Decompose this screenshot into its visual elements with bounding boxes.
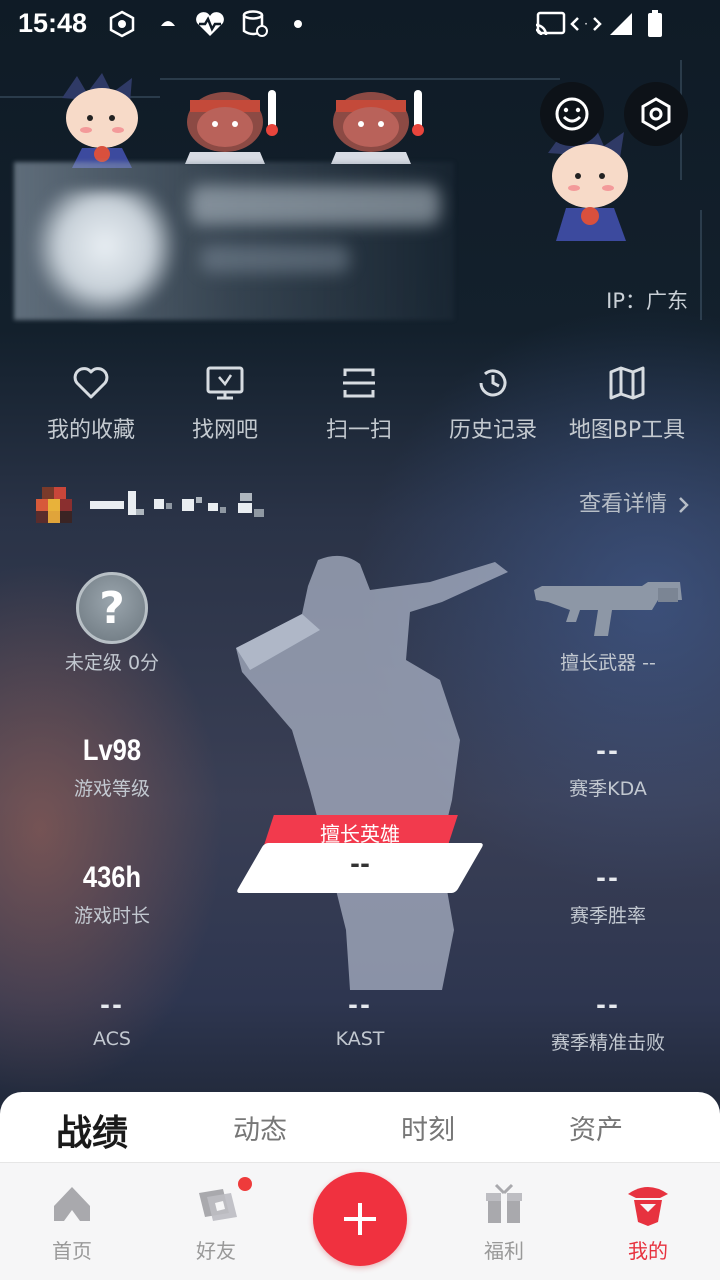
battery-icon (646, 10, 664, 38)
quick-favorites-label: 我的收藏 (46, 418, 135, 443)
tab-assets[interactable]: 资产 (512, 1108, 680, 1147)
monitor-icon (206, 366, 244, 400)
precise-kill-stat: -- 赛季精准击败 (508, 988, 708, 1055)
quick-favorites-button[interactable]: 我的收藏 (21, 360, 161, 444)
quick-map-bp-button[interactable]: 地图BP工具 (557, 360, 697, 444)
quick-actions: 我的收藏 找网吧 扫一扫 历史记录 地图BP工具 (0, 360, 720, 450)
scan-icon (343, 368, 375, 398)
gift-icon (486, 1183, 522, 1223)
view-details-label: 查看详情 (578, 492, 667, 517)
playtime-label: 游戏时长 (73, 905, 150, 927)
winrate-value: -- (596, 864, 620, 892)
tab-record[interactable]: 战绩 (8, 1104, 176, 1156)
playtime-value: 436h (82, 861, 142, 894)
app-notification-icon (108, 10, 136, 38)
level-label: 游戏等级 (73, 778, 150, 800)
quick-scan-label: 扫一扫 (325, 418, 392, 443)
friends-icon (199, 1189, 237, 1221)
weather-icon (158, 10, 178, 38)
ip-location: IP：广东 (606, 289, 688, 313)
kast-stat: -- KAST (260, 988, 460, 1050)
kda-label: 赛季KDA (569, 778, 647, 800)
kast-value: -- (348, 991, 372, 1019)
sticker-character (316, 82, 436, 168)
user-subtitle-blurred (200, 245, 350, 273)
precise-kill-value: -- (596, 991, 620, 1019)
avatar[interactable] (30, 190, 180, 315)
nav-profile[interactable]: 我的 (588, 1181, 708, 1264)
heart-icon (73, 367, 109, 399)
winrate-stat: -- 赛季胜率 (508, 861, 708, 928)
game-nickname-pixelated (90, 491, 264, 517)
quick-history-label: 历史记录 (448, 418, 537, 443)
hud-line (700, 210, 702, 320)
tab-moments[interactable]: 时刻 (344, 1108, 512, 1147)
level-value: Lv98 (82, 734, 142, 767)
username-blurred (190, 185, 440, 225)
weapon-stat[interactable]: 擅长武器 -- (508, 578, 708, 675)
home-icon (54, 1187, 90, 1221)
storage-icon (242, 10, 268, 38)
nav-friends[interactable]: 好友 (156, 1181, 276, 1264)
kda-value: -- (596, 737, 620, 765)
quick-internet-cafe-label: 找网吧 (191, 418, 258, 443)
unranked-icon: ? (76, 572, 148, 644)
svg-text:·: · (584, 17, 588, 31)
sticker-character (170, 82, 290, 168)
smg-weapon-icon (534, 582, 682, 636)
nav-home[interactable]: 首页 (12, 1181, 132, 1264)
signal-icon (608, 10, 634, 38)
friends-notification-badge (238, 1177, 252, 1191)
profile-icon (628, 1187, 668, 1226)
acs-stat: -- ACS (12, 988, 212, 1050)
precise-kill-label: 赛季精准击败 (550, 1032, 665, 1054)
nav-gifts[interactable]: 福利 (444, 1181, 564, 1264)
agent-silhouette (236, 555, 508, 990)
history-icon (479, 369, 507, 397)
data-arrows-icon: · (570, 10, 602, 38)
acs-value: -- (100, 991, 124, 1019)
nav-friends-label: 好友 (196, 1239, 236, 1263)
heartbeat-icon (194, 10, 226, 38)
hexagon-settings-icon (641, 97, 671, 131)
settings-button[interactable] (624, 82, 688, 146)
nav-gifts-label: 福利 (484, 1239, 524, 1263)
cast-icon (534, 10, 566, 38)
view-details-link[interactable]: 查看详情 (579, 486, 690, 518)
kast-label: KAST (335, 1028, 385, 1050)
level-stat: Lv98 游戏等级 (12, 734, 212, 801)
quick-map-bp-label: 地图BP工具 (568, 418, 686, 443)
dot-icon (292, 10, 304, 38)
quick-scan-button[interactable]: 扫一扫 (289, 360, 429, 444)
kda-stat: -- 赛季KDA (508, 734, 708, 801)
winrate-label: 赛季胜率 (569, 905, 646, 927)
best-agent-value: -- (350, 850, 370, 878)
hud-line (160, 78, 560, 80)
quick-internet-cafe-button[interactable]: 找网吧 (155, 360, 295, 444)
nav-profile-label: 我的 (628, 1239, 668, 1263)
sticker-character (42, 68, 162, 172)
nav-home-label: 首页 (52, 1239, 92, 1263)
rank-stat[interactable]: ? 未定级 0分 (12, 572, 212, 675)
chevron-right-icon (679, 497, 689, 513)
smiley-icon (555, 97, 589, 131)
quick-history-button[interactable]: 历史记录 (423, 360, 563, 444)
rank-label: 未定级 0分 (64, 652, 160, 674)
acs-label: ACS (93, 1028, 131, 1050)
tab-feed[interactable]: 动态 (176, 1108, 344, 1147)
status-bar: 15:48 · (0, 0, 720, 50)
create-post-button[interactable] (313, 1172, 407, 1266)
weapon-label: 擅长武器 -- (560, 652, 656, 674)
playtime-stat: 436h 游戏时长 (12, 861, 212, 928)
emoji-button[interactable] (540, 82, 604, 146)
plus-icon (344, 1203, 376, 1235)
content-tabs: 战绩 动态 时刻 资产 (0, 1108, 720, 1162)
map-icon (609, 366, 645, 400)
status-time: 15:48 (18, 8, 88, 38)
game-avatar-pixelated (36, 487, 72, 523)
